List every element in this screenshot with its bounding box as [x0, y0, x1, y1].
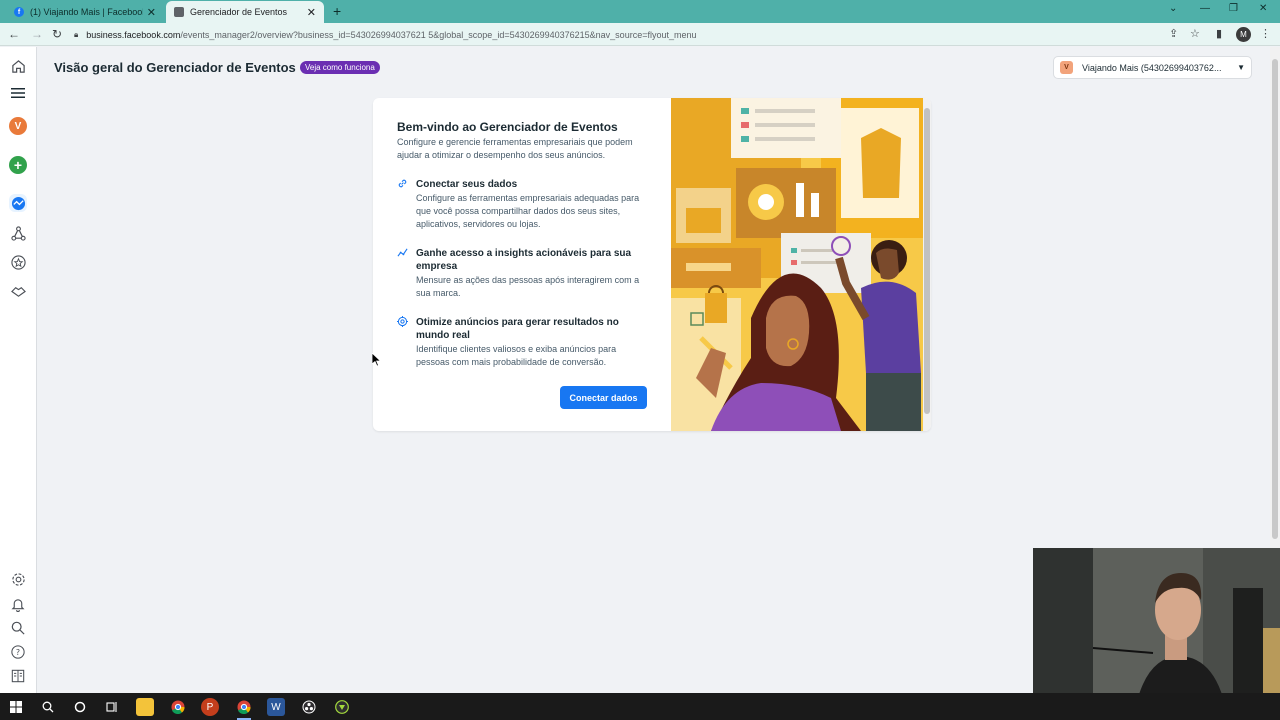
nodes-icon[interactable]: [9, 224, 27, 242]
tab-title: Gerenciador de Eventos: [190, 7, 288, 17]
feature-title: Conectar seus dados: [416, 179, 518, 190]
bell-icon[interactable]: [9, 595, 27, 613]
avatar[interactable]: V: [9, 117, 27, 135]
powerpoint-icon[interactable]: P: [201, 698, 219, 716]
address-bar-row: ← → ↻ 🔒︎ business.facebook.com/events_ma…: [0, 23, 1280, 46]
search-icon[interactable]: [39, 698, 57, 716]
search-icon[interactable]: [9, 619, 27, 637]
feature-connect-data: Conectar seus dados Configure as ferrame…: [397, 178, 652, 231]
feature-desc: Identifique clientes valiosos e exiba an…: [416, 344, 617, 367]
share-icon[interactable]: ⇪: [1169, 27, 1178, 40]
home-icon[interactable]: [9, 57, 27, 75]
account-avatar: V: [1060, 61, 1073, 74]
chrome-profile-icon[interactable]: [235, 698, 253, 716]
close-tab-icon[interactable]: ✕: [147, 6, 156, 19]
account-name: Viajando Mais (54302699403762...: [1082, 62, 1222, 73]
chevron-down-icon: ▼: [1237, 63, 1245, 72]
file-explorer-icon[interactable]: [136, 698, 154, 716]
welcome-intro: Configure e gerencie ferramentas empresa…: [397, 137, 633, 160]
restore-icon[interactable]: ❐: [1229, 3, 1238, 14]
menu-icon[interactable]: [9, 84, 27, 102]
help-icon[interactable]: ?: [9, 643, 27, 661]
welcome-illustration: [671, 98, 923, 431]
chrome-icon[interactable]: [169, 698, 187, 716]
bookmark-star-icon[interactable]: ☆: [1190, 27, 1200, 40]
back-icon[interactable]: ←: [8, 27, 20, 41]
meta-icon: [174, 7, 184, 17]
star-icon[interactable]: [9, 253, 27, 271]
link-icon: [397, 178, 408, 189]
reports-icon[interactable]: [9, 667, 27, 685]
forward-icon[interactable]: →: [31, 27, 43, 41]
tab-events-manager[interactable]: Gerenciador de Eventos ✕: [166, 1, 324, 23]
left-sidebar: V + ?: [0, 47, 37, 693]
more-menu-icon[interactable]: ⋮: [1260, 27, 1271, 40]
svg-text:?: ?: [16, 648, 20, 657]
feature-desc: Configure as ferramentas empresariais ad…: [416, 193, 640, 229]
tab-facebook[interactable]: f (1) Viajando Mais | Facebook ✕: [6, 1, 164, 23]
reload-icon[interactable]: ↻: [52, 27, 62, 41]
page-scroll-thumb[interactable]: [1272, 59, 1278, 539]
target-icon: [397, 316, 408, 327]
welcome-heading: Bem-vindo ao Gerenciador de Eventos: [397, 120, 618, 134]
url-path: /events_manager2/overview?business_id=54…: [180, 29, 697, 40]
url-host: business.facebook.com: [86, 29, 181, 40]
welcome-content: Bem-vindo ao Gerenciador de Eventos Conf…: [397, 120, 652, 162]
profile-avatar[interactable]: M: [1236, 27, 1251, 42]
account-selector[interactable]: V Viajando Mais (54302699403762... ▼: [1053, 56, 1252, 79]
add-icon[interactable]: +: [9, 156, 27, 174]
tab-title: (1) Viajando Mais | Facebook: [30, 7, 143, 17]
feature-desc: Mensure as ações das pessoas após intera…: [416, 275, 640, 298]
settings-icon[interactable]: [9, 570, 27, 588]
insights-icon: [397, 247, 408, 258]
handshake-icon[interactable]: [9, 282, 27, 300]
connect-data-button[interactable]: Conectar dados: [560, 386, 647, 409]
windows-start-icon[interactable]: [7, 698, 25, 716]
minimize-icon[interactable]: —: [1200, 3, 1210, 14]
browser-tab-bar: f (1) Viajando Mais | Facebook ✕ Gerenci…: [0, 0, 1280, 23]
cortana-icon[interactable]: [71, 698, 89, 716]
feature-optimize: Otimize anúncios para gerar resultados n…: [397, 316, 652, 369]
task-view-icon[interactable]: [103, 698, 121, 716]
app-icon[interactable]: [333, 698, 351, 716]
windows-taskbar: P W: [0, 693, 1280, 720]
tab-search-icon[interactable]: ⌄: [1169, 3, 1177, 14]
feature-title: Otimize anúncios para gerar resultados n…: [416, 317, 619, 341]
feature-insights: Ganhe acesso a insights acionáveis para …: [397, 247, 652, 300]
obs-icon[interactable]: [300, 698, 318, 716]
card-scrollbar[interactable]: [923, 98, 931, 431]
facebook-icon: f: [14, 7, 24, 17]
lock-icon: 🔒︎: [74, 29, 79, 39]
events-manager-icon[interactable]: [9, 194, 27, 212]
new-tab-icon[interactable]: +: [333, 3, 341, 19]
feature-title: Ganhe acesso a insights acionáveis para …: [416, 248, 632, 272]
how-it-works-badge[interactable]: Veja como funciona: [300, 61, 380, 74]
sidepanel-icon[interactable]: ▮: [1216, 27, 1222, 40]
close-tab-icon[interactable]: ✕: [307, 6, 316, 19]
word-icon[interactable]: W: [267, 698, 285, 716]
card-scroll-thumb[interactable]: [924, 108, 930, 414]
welcome-card: Bem-vindo ao Gerenciador de Eventos Conf…: [373, 98, 931, 431]
close-window-icon[interactable]: ✕: [1259, 3, 1267, 14]
url-field[interactable]: 🔒︎ business.facebook.com/events_manager2…: [74, 26, 1164, 43]
page-title: Visão geral do Gerenciador de Eventos: [54, 60, 296, 75]
mouse-cursor-icon: [372, 353, 381, 367]
